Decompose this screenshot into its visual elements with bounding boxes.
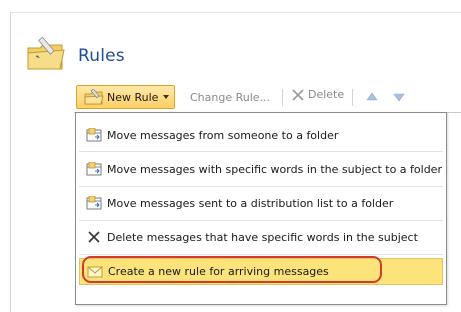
new-rule-icon bbox=[84, 89, 104, 105]
rules-folder-icon bbox=[27, 36, 65, 70]
menu-item-label: Move messages sent to a distribution lis… bbox=[107, 196, 394, 210]
chevron-down-icon[interactable] bbox=[163, 95, 170, 99]
menu-item-label: Move messages from someone to a folder bbox=[107, 128, 339, 142]
menu-item-create-new-rule[interactable]: Create a new rule for arriving messages bbox=[79, 258, 443, 285]
toolbar-separator bbox=[282, 89, 283, 106]
menu-divider bbox=[79, 220, 443, 221]
change-rule-button[interactable]: Change Rule... bbox=[190, 91, 270, 104]
menu-item-label: Move messages with specific words in the… bbox=[107, 162, 442, 176]
menu-divider bbox=[79, 151, 443, 152]
new-rule-menu: Move messages from someone to a folder M… bbox=[75, 112, 447, 305]
menu-item-label: Create a new rule for arriving messages bbox=[108, 265, 329, 278]
menu-divider bbox=[79, 254, 443, 255]
delete-x-icon bbox=[88, 231, 100, 243]
delete-button[interactable]: Delete bbox=[292, 88, 344, 101]
menu-item-delete-by-subject-words[interactable]: Delete messages that have specific words… bbox=[79, 224, 443, 250]
page-title: Rules bbox=[78, 46, 125, 66]
arrow-up-icon[interactable] bbox=[365, 91, 379, 103]
move-to-folder-icon bbox=[86, 128, 102, 142]
new-rule-button[interactable]: New Rule bbox=[76, 85, 175, 109]
new-rule-label: New Rule bbox=[107, 90, 159, 104]
menu-item-move-distribution-list[interactable]: Move messages sent to a distribution lis… bbox=[79, 190, 443, 216]
menu-divider bbox=[79, 186, 443, 187]
move-to-folder-icon bbox=[86, 162, 102, 176]
move-to-folder-icon bbox=[86, 196, 102, 210]
menu-item-move-from-someone[interactable]: Move messages from someone to a folder bbox=[79, 122, 443, 148]
arrow-down-icon[interactable] bbox=[392, 91, 406, 103]
envelope-icon bbox=[87, 266, 103, 277]
toolbar: New Rule Change Rule... Delete bbox=[74, 84, 461, 113]
toolbar-separator bbox=[352, 89, 353, 106]
menu-item-move-by-subject-words[interactable]: Move messages with specific words in the… bbox=[79, 156, 443, 182]
delete-x-icon bbox=[292, 88, 304, 101]
menu-item-label: Delete messages that have specific words… bbox=[107, 230, 418, 244]
delete-label: Delete bbox=[308, 88, 345, 101]
